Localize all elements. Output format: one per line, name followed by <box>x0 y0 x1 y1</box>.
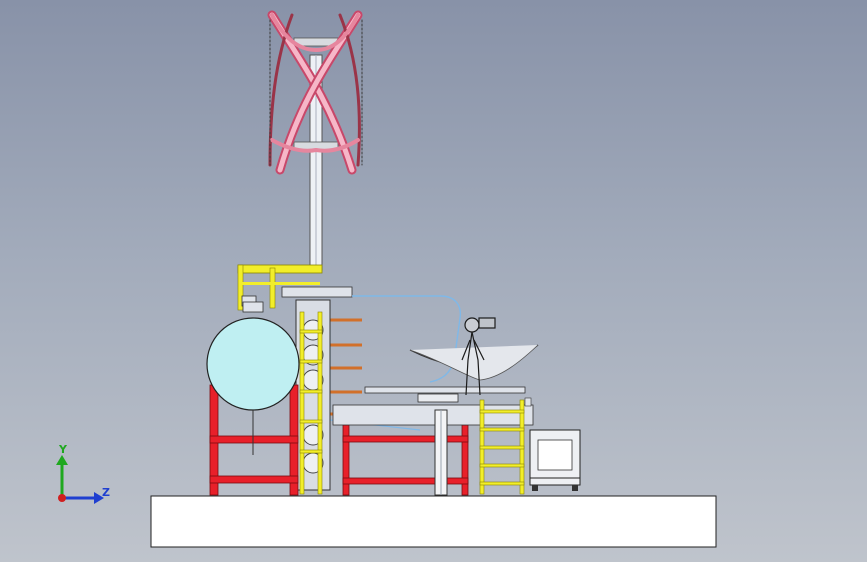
cad-viewport[interactable]: Y Z <box>0 0 867 562</box>
spherical-tank[interactable] <box>206 301 300 455</box>
ladder-right[interactable] <box>479 397 532 495</box>
trough-collector[interactable] <box>364 344 539 403</box>
assembly-model[interactable] <box>0 0 867 562</box>
axis-y-label: Y <box>59 443 67 456</box>
electrical-cabinet[interactable] <box>529 429 581 491</box>
axis-z-label: Z <box>102 486 110 499</box>
coordinate-triad <box>56 455 104 504</box>
central-pedestal[interactable] <box>434 409 448 496</box>
base-plate[interactable] <box>150 495 717 548</box>
vertical-axis-wind-turbine[interactable] <box>267 10 363 175</box>
